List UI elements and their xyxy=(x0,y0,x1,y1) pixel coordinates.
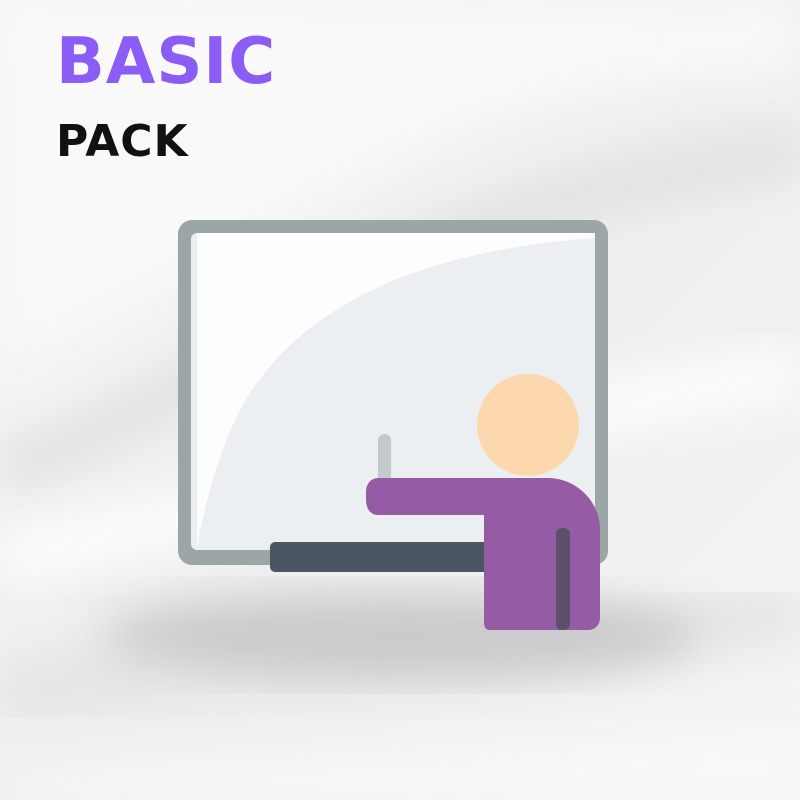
teacher-arm-shadow xyxy=(556,528,570,630)
product-card: BASIC PACK xyxy=(0,0,800,800)
teacher-head xyxy=(477,374,579,476)
teacher-at-whiteboard-icon xyxy=(178,220,608,630)
marker-tray xyxy=(270,542,520,572)
